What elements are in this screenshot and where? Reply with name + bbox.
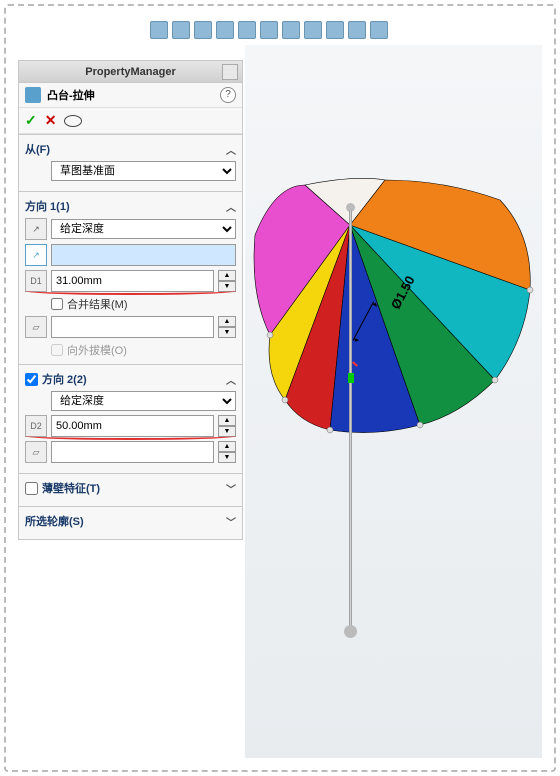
tool-edit-appearance-icon[interactable] (282, 21, 300, 39)
selected-contours-section: 所选轮廓(S) ﹀ (19, 506, 242, 539)
depth-icon: D1 (25, 270, 47, 292)
direction2-enable-checkbox[interactable] (25, 373, 38, 386)
feature-name: 凸台-拉伸 (47, 87, 95, 103)
from-section: 从(F) ︿ 草图基准面 (19, 134, 242, 191)
umbrella-handle (344, 625, 357, 638)
tool-scene-icon[interactable] (304, 21, 322, 39)
chevron-up-icon: ︿ (226, 142, 236, 157)
chevron-up-icon: ︿ (226, 199, 236, 214)
chevron-up-icon: ︿ (226, 372, 236, 387)
selected-contours-label: 所选轮廓(S) (25, 513, 84, 529)
direction1-section: 方向 1(1) ︿ ↗ 给定深度 ↗ D1 ▲▼ 合并结果(M) ▱ ▲▼ 向外… (19, 191, 242, 364)
umbrella-model: Ø1.50 (245, 175, 560, 495)
tool-cube1-icon[interactable] (348, 21, 366, 39)
thin-feature-header[interactable]: 薄壁特征(T) ﹀ (25, 480, 236, 496)
pin-icon[interactable] (222, 64, 238, 80)
preview-icon[interactable] (64, 115, 82, 127)
from-header[interactable]: 从(F) ︿ (25, 141, 236, 157)
direction2-type-select[interactable]: 给定深度 (51, 391, 236, 411)
direction1-header[interactable]: 方向 1(1) ︿ (25, 198, 236, 214)
umbrella-pole (349, 210, 352, 630)
direction-vector-icon[interactable]: ↗ (25, 244, 47, 266)
tool-view-settings-icon[interactable] (326, 21, 344, 39)
direction1-label: 方向 1(1) (25, 198, 70, 214)
tool-prev-view-icon[interactable] (194, 21, 212, 39)
chevron-down-icon: ﹀ (226, 514, 236, 529)
tool-display-icon[interactable] (238, 21, 256, 39)
from-select[interactable]: 草图基准面 (51, 161, 236, 181)
merge-result-checkbox[interactable]: 合并结果(M) (51, 296, 236, 312)
selected-contours-header[interactable]: 所选轮廓(S) ﹀ (25, 513, 236, 529)
tool-cube2-icon[interactable] (370, 21, 388, 39)
direction1-draft-spinner[interactable]: ▲▼ (218, 316, 236, 338)
property-manager-title: PropertyManager (85, 66, 175, 78)
tool-zoom-fit-icon[interactable] (150, 21, 168, 39)
direction1-type-select[interactable]: 给定深度 (51, 219, 236, 239)
ok-button[interactable]: ✓ (25, 112, 37, 129)
direction1-draft-field[interactable] (51, 316, 214, 338)
extrude-icon (25, 87, 41, 103)
draft-icon[interactable]: ▱ (25, 316, 47, 338)
chevron-down-icon: ﹀ (226, 481, 236, 496)
draft-outward-checkbox: 向外拔模(O) (51, 342, 236, 358)
direction2-depth-field[interactable] (51, 415, 214, 437)
graphics-viewport[interactable]: Ø1.50 (245, 45, 542, 758)
help-icon[interactable]: ? (220, 87, 236, 103)
property-manager-panel: PropertyManager 凸台-拉伸 ? ✓ ✕ 从(F) ︿ 草图基准面… (18, 60, 243, 540)
thin-feature-section: 薄壁特征(T) ﹀ (19, 473, 242, 506)
direction2-label: 方向 2(2) (42, 371, 87, 387)
tool-hide-icon[interactable] (260, 21, 278, 39)
from-label: 从(F) (25, 141, 50, 157)
direction2-section: 方向 2(2) ︿ 给定深度 D2 ▲▼ ▱ ▲▼ (19, 364, 242, 473)
draft2-icon[interactable]: ▱ (25, 441, 47, 463)
tool-section-icon[interactable] (216, 21, 234, 39)
sketch-origin-icon[interactable] (348, 373, 354, 383)
direction2-header[interactable]: 方向 2(2) ︿ (25, 371, 236, 387)
cancel-button[interactable]: ✕ (45, 112, 57, 129)
thin-feature-label: 薄壁特征(T) (42, 480, 100, 496)
direction1-depth-spinner[interactable]: ▲▼ (218, 270, 236, 292)
direction1-vector-field[interactable] (51, 244, 236, 266)
reverse-direction-icon[interactable]: ↗ (25, 218, 47, 240)
confirm-row: ✓ ✕ (19, 108, 242, 134)
direction2-depth-spinner[interactable]: ▲▼ (218, 415, 236, 437)
direction2-draft-field[interactable] (51, 441, 214, 463)
direction1-depth-field[interactable] (51, 270, 214, 292)
direction2-draft-spinner[interactable]: ▲▼ (218, 441, 236, 463)
view-toolbar (150, 18, 540, 42)
thin-feature-checkbox[interactable] (25, 482, 38, 495)
property-manager-header: PropertyManager (19, 61, 242, 83)
tool-zoom-area-icon[interactable] (172, 21, 190, 39)
feature-title-row: 凸台-拉伸 ? (19, 83, 242, 108)
depth-icon: D2 (25, 415, 47, 437)
